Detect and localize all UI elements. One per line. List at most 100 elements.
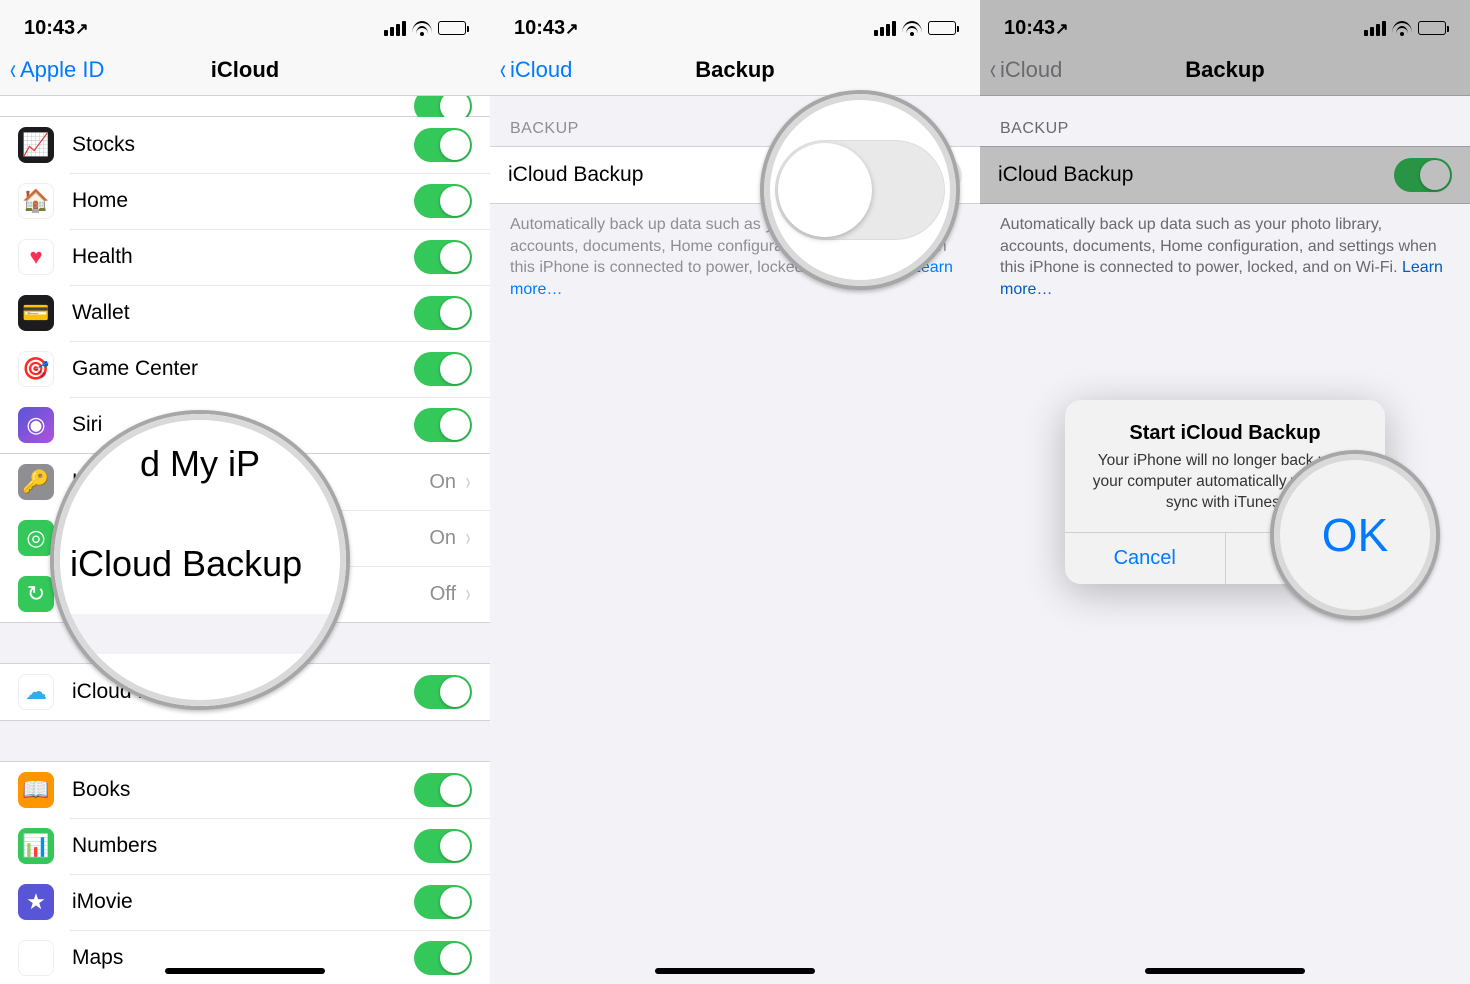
gamecenter-icon: 🎯 [18, 351, 54, 387]
row-value: On [429, 527, 456, 550]
nav-bar: ‹ iCloud Backup [980, 44, 1470, 96]
row-label: Stocks [72, 133, 414, 157]
back-button[interactable]: ‹ Apple ID [8, 55, 104, 85]
status-time: 10:43 [1004, 17, 1055, 39]
home-icon: 🏠 [18, 183, 54, 219]
status-bar: 10:43↗ [980, 0, 1470, 44]
list-item-health[interactable]: ♥ Health [0, 229, 490, 285]
row-label: iCloud Backup [998, 163, 1394, 187]
list-item-wallet[interactable]: 💳 Wallet [0, 285, 490, 341]
location-icon: ↗ [1055, 21, 1068, 38]
numbers-icon: 📊 [18, 828, 54, 864]
list-item-numbers[interactable]: 📊 Numbers [0, 818, 490, 874]
list-item-imovie[interactable]: ★ iMovie [0, 874, 490, 930]
back-label: Apple ID [20, 57, 104, 83]
stocks-icon: 📈 [18, 127, 54, 163]
list-item-stocks[interactable]: 📈 Stocks [0, 117, 490, 173]
section-header-backup: BACKUP [980, 96, 1470, 146]
list-item-maps[interactable]: 🗺 Maps [0, 930, 490, 984]
alert-cancel-button[interactable]: Cancel [1065, 533, 1225, 584]
back-label: iCloud [510, 57, 572, 83]
imovie-icon: ★ [18, 884, 54, 920]
row-label: Wallet [72, 301, 414, 325]
list-item-home[interactable]: 🏠 Home [0, 173, 490, 229]
row-value: Off [430, 583, 456, 606]
battery-icon [1418, 21, 1446, 35]
toggle[interactable] [414, 408, 472, 442]
row-label: Numbers [72, 834, 414, 858]
cellular-icon [1364, 21, 1386, 36]
screen-icloud-settings: 10:43↗ ‹ Apple ID iCloud 📈 Stocks 🏠 Home ♥ He… [0, 0, 490, 984]
alert-title: Start iCloud Backup [1083, 422, 1367, 445]
status-bar: 10:43↗ [490, 0, 980, 44]
magnifier-lens: d My iP iCloud Backup [50, 410, 350, 710]
list-item-gamecenter[interactable]: 🎯 Game Center [0, 341, 490, 397]
wallet-icon: 💳 [18, 295, 54, 331]
toggle-off-zoom [775, 140, 945, 240]
nav-title: Backup [695, 57, 774, 83]
status-bar: 10:43↗ [0, 0, 490, 44]
row-label: Game Center [72, 357, 414, 381]
toggle[interactable] [414, 296, 472, 330]
nav-title: iCloud [211, 57, 279, 83]
toggle[interactable] [414, 240, 472, 274]
books-icon: 📖 [18, 772, 54, 808]
wifi-icon [1392, 21, 1412, 36]
chevron-left-icon: ‹ [10, 55, 16, 85]
row-label: Maps [72, 946, 414, 970]
back-label: iCloud [1000, 57, 1062, 83]
home-indicator[interactable] [1145, 968, 1305, 974]
toggle[interactable] [414, 675, 472, 709]
nav-title: Backup [1185, 57, 1264, 83]
magnifier-lens: OK [1270, 450, 1440, 620]
toggle[interactable] [414, 184, 472, 218]
wifi-icon [412, 21, 432, 36]
cellular-icon [874, 21, 896, 36]
toggle[interactable] [414, 352, 472, 386]
maps-icon: 🗺 [18, 940, 54, 976]
battery-icon [438, 21, 466, 35]
row-label: iMovie [72, 890, 414, 914]
lens-text-icloud-backup: iCloud Backup [66, 543, 346, 585]
icloud-backup-toggle[interactable] [1394, 158, 1452, 192]
screen-backup-alert: 10:43↗ ‹ iCloud Backup BACKUP iCloud Bac… [980, 0, 1470, 984]
battery-icon [928, 21, 956, 35]
toggle[interactable] [414, 829, 472, 863]
wifi-icon [902, 21, 922, 36]
icloudbackup-icon: ↻ [18, 576, 54, 612]
list-item[interactable] [0, 96, 490, 116]
toggle[interactable] [414, 885, 472, 919]
back-button[interactable]: ‹ iCloud [498, 55, 572, 85]
row-label: Home [72, 189, 414, 213]
findmyiphone-icon: ◎ [18, 520, 54, 556]
health-icon: ♥ [18, 239, 54, 275]
toggle[interactable] [414, 941, 472, 975]
nav-bar: ‹ iCloud Backup [490, 44, 980, 96]
toggle[interactable] [414, 128, 472, 162]
magnifier-lens [760, 90, 960, 290]
row-value: On [429, 471, 456, 494]
row-label: Health [72, 245, 414, 269]
home-indicator[interactable] [655, 968, 815, 974]
list-item-books[interactable]: 📖Books [0, 762, 490, 818]
screen-backup-settings: 10:43↗ ‹ iCloud Backup BACKUP iCloud Bac… [490, 0, 980, 984]
nav-bar: ‹ Apple ID iCloud [0, 44, 490, 96]
chevron-right-icon: › [466, 468, 471, 496]
toggle[interactable] [414, 773, 472, 807]
icloud-drive-icon: ☁︎ [18, 674, 54, 710]
lens-text-findmyiphone: d My iP [140, 443, 260, 485]
chevron-left-icon: ‹ [500, 55, 506, 85]
keychain-icon: 🔑 [18, 464, 54, 500]
row-icloud-backup[interactable]: iCloud Backup [980, 147, 1470, 203]
lens-text-ok: OK [1322, 508, 1388, 562]
backup-footer-text: Automatically back up data such as your … [980, 204, 1470, 300]
chevron-right-icon: › [466, 524, 471, 552]
location-icon: ↗ [75, 21, 88, 38]
back-button[interactable]: ‹ iCloud [988, 55, 1062, 85]
home-indicator[interactable] [165, 968, 325, 974]
cellular-icon [384, 21, 406, 36]
chevron-left-icon: ‹ [990, 55, 996, 85]
chevron-right-icon: › [466, 580, 471, 608]
status-time: 10:43 [24, 17, 75, 39]
siri-icon: ◉ [18, 407, 54, 443]
